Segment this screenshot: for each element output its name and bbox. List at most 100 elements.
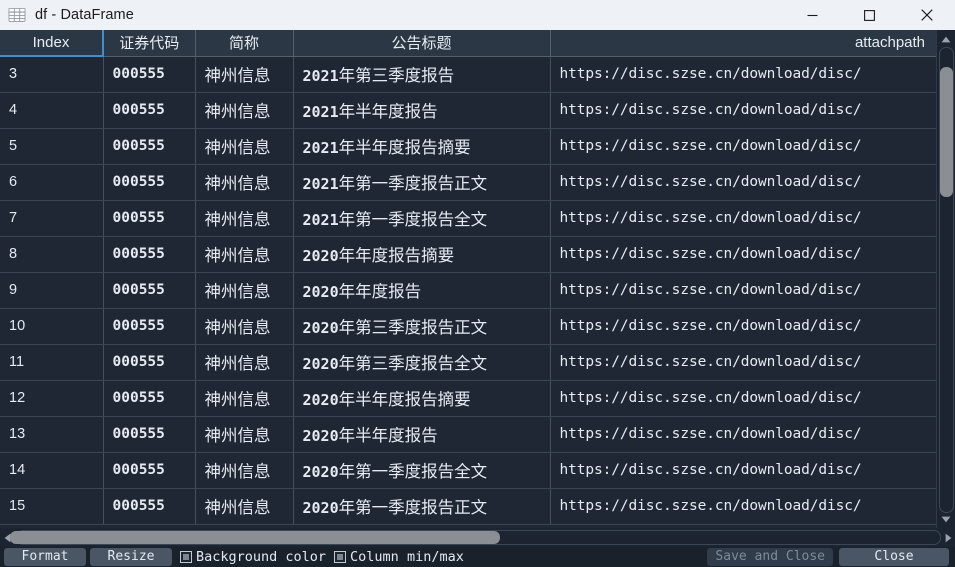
cell-name[interactable]: 神州信息 xyxy=(195,272,294,309)
cell-title[interactable]: 2020年第一季度报告全文 xyxy=(293,452,551,489)
cell-name[interactable]: 神州信息 xyxy=(195,452,294,489)
table-row[interactable]: 13 000555 神州信息 2020年半年度报告 https://disc.szse.… xyxy=(0,416,955,453)
cell-index[interactable]: 13 xyxy=(0,416,104,453)
cell-title[interactable]: 2020年半年度报告摘要 xyxy=(293,380,551,417)
cell-title[interactable]: 2020年第一季度报告正文 xyxy=(293,488,551,525)
cell-name[interactable]: 神州信息 xyxy=(195,380,294,417)
cell-index[interactable]: 8 xyxy=(0,236,104,273)
table-row[interactable]: 11 000555 神州信息 2020年第三季度报告全文 https://disc.sz… xyxy=(0,344,955,381)
cell-index[interactable]: 9 xyxy=(0,272,104,309)
column-header-title[interactable]: 公告标题 xyxy=(293,30,551,57)
cell-code[interactable]: 000555 xyxy=(103,164,196,201)
cell-title[interactable]: 2021年第三季度报告 xyxy=(293,56,551,93)
table-row[interactable]: 10 000555 神州信息 2020年第三季度报告正文 https://disc.sz… xyxy=(0,308,955,345)
cell-attachpath[interactable]: https://disc.szse.cn/download/disc/ xyxy=(550,488,955,525)
cell-name[interactable]: 神州信息 xyxy=(195,236,294,273)
resize-button[interactable]: Resize xyxy=(90,548,172,566)
table-row[interactable]: 7 000555 神州信息 2021年第一季度报告全文 https://disc.szs… xyxy=(0,200,955,237)
cell-index[interactable]: 10 xyxy=(0,308,104,345)
format-button[interactable]: Format xyxy=(4,548,86,566)
cell-code[interactable]: 000555 xyxy=(103,344,196,381)
cell-code[interactable]: 000555 xyxy=(103,380,196,417)
cell-name[interactable]: 神州信息 xyxy=(195,344,294,381)
cell-name[interactable]: 神州信息 xyxy=(195,416,294,453)
cell-code[interactable]: 000555 xyxy=(103,488,196,525)
cell-index[interactable]: 7 xyxy=(0,200,104,237)
close-button[interactable] xyxy=(898,0,955,30)
cell-code[interactable]: 000555 xyxy=(103,272,196,309)
cell-index[interactable]: 15 xyxy=(0,488,104,525)
vertical-scroll-thumb[interactable] xyxy=(940,67,953,197)
vertical-scrollbar[interactable] xyxy=(936,30,955,528)
close-dialog-button[interactable]: Close xyxy=(839,548,949,566)
scroll-down-button[interactable] xyxy=(937,512,955,526)
table-row[interactable]: 14 000555 神州信息 2020年第一季度报告全文 https://disc.sz… xyxy=(0,452,955,489)
column-header-name[interactable]: 简称 xyxy=(195,30,294,57)
background-color-checkbox[interactable]: Background color xyxy=(180,549,326,565)
cell-attachpath[interactable]: https://disc.szse.cn/download/disc/ xyxy=(550,380,955,417)
cell-code[interactable]: 000555 xyxy=(103,128,196,165)
table-row[interactable]: 3 000555 神州信息 2021年第三季度报告 https://disc.szse.… xyxy=(0,56,955,93)
minimize-button[interactable] xyxy=(784,0,841,30)
cell-title[interactable]: 2020年第三季度报告全文 xyxy=(293,344,551,381)
cell-index[interactable]: 4 xyxy=(0,92,104,129)
cell-name[interactable]: 神州信息 xyxy=(195,128,294,165)
cell-attachpath[interactable]: https://disc.szse.cn/download/disc/ xyxy=(550,56,955,93)
save-and-close-button[interactable]: Save and Close xyxy=(707,548,833,566)
cell-attachpath[interactable]: https://disc.szse.cn/download/disc/ xyxy=(550,128,955,165)
column-header-index[interactable]: Index xyxy=(0,30,104,57)
table-row[interactable]: 4 000555 神州信息 2021年半年度报告 https://disc.szse.c… xyxy=(0,92,955,129)
cell-title[interactable]: 2020年第三季度报告正文 xyxy=(293,308,551,345)
table-row[interactable]: 6 000555 神州信息 2021年第一季度报告正文 https://disc.szs… xyxy=(0,164,955,201)
cell-name[interactable]: 神州信息 xyxy=(195,164,294,201)
cell-name[interactable]: 神州信息 xyxy=(195,488,294,525)
cell-title[interactable]: 2021年半年度报告摘要 xyxy=(293,128,551,165)
cell-name[interactable]: 神州信息 xyxy=(195,56,294,93)
column-header-attachpath[interactable]: attachpath xyxy=(550,30,955,57)
cell-attachpath[interactable]: https://disc.szse.cn/download/disc/ xyxy=(550,416,955,453)
cell-attachpath[interactable]: https://disc.szse.cn/download/disc/ xyxy=(550,308,955,345)
cell-index[interactable]: 6 xyxy=(0,164,104,201)
horizontal-scroll-thumb[interactable] xyxy=(10,531,500,544)
cell-code[interactable]: 000555 xyxy=(103,92,196,129)
cell-name[interactable]: 神州信息 xyxy=(195,92,294,129)
cell-attachpath[interactable]: https://disc.szse.cn/download/disc/ xyxy=(550,272,955,309)
cell-title[interactable]: 2021年半年度报告 xyxy=(293,92,551,129)
maximize-button[interactable] xyxy=(841,0,898,30)
cell-code[interactable]: 000555 xyxy=(103,236,196,273)
cell-title[interactable]: 2021年第一季度报告全文 xyxy=(293,200,551,237)
cell-name[interactable]: 神州信息 xyxy=(195,308,294,345)
cell-attachpath[interactable]: https://disc.szse.cn/download/disc/ xyxy=(550,92,955,129)
cell-attachpath[interactable]: https://disc.szse.cn/download/disc/ xyxy=(550,164,955,201)
dataframe-table-viewport[interactable]: Index 证券代码 简称 公告标题 attachpath 3 000555 神州信… xyxy=(0,30,955,528)
cell-title[interactable]: 2020年年度报告 xyxy=(293,272,551,309)
cell-index[interactable]: 14 xyxy=(0,452,104,489)
cell-index[interactable]: 11 xyxy=(0,344,104,381)
cell-attachpath[interactable]: https://disc.szse.cn/download/disc/ xyxy=(550,452,955,489)
cell-title[interactable]: 2020年半年度报告 xyxy=(293,416,551,453)
cell-name[interactable]: 神州信息 xyxy=(195,200,294,237)
table-row[interactable]: 5 000555 神州信息 2021年半年度报告摘要 https://disc.szse… xyxy=(0,128,955,165)
cell-attachpath[interactable]: https://disc.szse.cn/download/disc/ xyxy=(550,344,955,381)
column-minmax-checkbox[interactable]: Column min/max xyxy=(334,549,464,565)
cell-index[interactable]: 12 xyxy=(0,380,104,417)
horizontal-scrollbar[interactable] xyxy=(0,528,955,547)
cell-code[interactable]: 000555 xyxy=(103,56,196,93)
column-header-code[interactable]: 证券代码 xyxy=(103,30,196,57)
scroll-right-button[interactable] xyxy=(942,530,954,545)
cell-attachpath[interactable]: https://disc.szse.cn/download/disc/ xyxy=(550,200,955,237)
cell-title[interactable]: 2021年第一季度报告正文 xyxy=(293,164,551,201)
scroll-up-button[interactable] xyxy=(937,32,955,46)
cell-code[interactable]: 000555 xyxy=(103,416,196,453)
cell-code[interactable]: 000555 xyxy=(103,200,196,237)
table-row[interactable]: 9 000555 神州信息 2020年年度报告 https://disc.szse.cn… xyxy=(0,272,955,309)
cell-code[interactable]: 000555 xyxy=(103,308,196,345)
cell-title[interactable]: 2020年年度报告摘要 xyxy=(293,236,551,273)
table-row[interactable]: 8 000555 神州信息 2020年年度报告摘要 https://disc.szse.… xyxy=(0,236,955,273)
table-row[interactable]: 15 000555 神州信息 2020年第一季度报告正文 https://disc.sz… xyxy=(0,488,955,525)
cell-index[interactable]: 3 xyxy=(0,56,104,93)
cell-index[interactable]: 5 xyxy=(0,128,104,165)
table-row[interactable]: 12 000555 神州信息 2020年半年度报告摘要 https://disc.szs… xyxy=(0,380,955,417)
cell-attachpath[interactable]: https://disc.szse.cn/download/disc/ xyxy=(550,236,955,273)
cell-code[interactable]: 000555 xyxy=(103,452,196,489)
